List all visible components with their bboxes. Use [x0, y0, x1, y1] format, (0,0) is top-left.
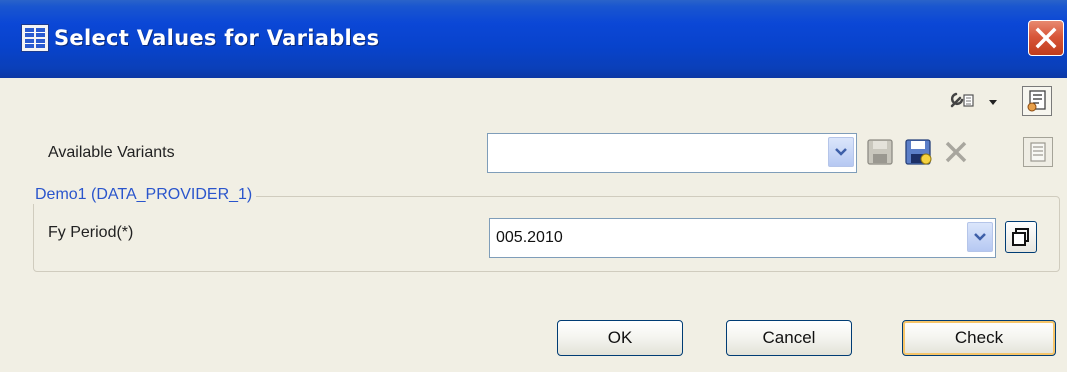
cancel-button[interactable]: Cancel: [726, 320, 852, 356]
window-title: Select Values for Variables: [54, 26, 380, 50]
multiple-selection-button[interactable]: [1005, 221, 1037, 253]
title-bar: Select Values for Variables: [0, 0, 1067, 78]
close-button[interactable]: [1028, 20, 1064, 56]
wrench-settings-icon[interactable]: [946, 86, 978, 116]
ok-button[interactable]: OK: [557, 320, 683, 356]
personalize-dialog-icon[interactable]: [1022, 86, 1052, 116]
save-as-variant-icon[interactable]: [903, 137, 933, 167]
save-variant-icon[interactable]: [865, 137, 895, 167]
fy-period-combobox[interactable]: 005.2010: [489, 218, 996, 258]
group-title: Demo1 (DATA_PROVIDER_1): [33, 186, 257, 204]
check-button[interactable]: Check: [902, 320, 1056, 356]
available-variants-label: Available Variants: [48, 144, 175, 161]
delete-variant-icon[interactable]: [941, 137, 971, 167]
variant-details-icon[interactable]: [1023, 137, 1053, 167]
chevron-down-icon[interactable]: [828, 137, 854, 167]
available-variants-combobox[interactable]: [487, 133, 857, 173]
fy-period-label: Fy Period(*): [48, 224, 134, 241]
close-icon: [1035, 27, 1057, 49]
chevron-down-icon[interactable]: [967, 222, 993, 252]
dropdown-arrow-icon[interactable]: [986, 86, 1000, 116]
grid-table-icon: [21, 24, 49, 52]
multiple-selection-icon: [1012, 228, 1029, 246]
fy-period-value: 005.2010: [496, 229, 563, 246]
